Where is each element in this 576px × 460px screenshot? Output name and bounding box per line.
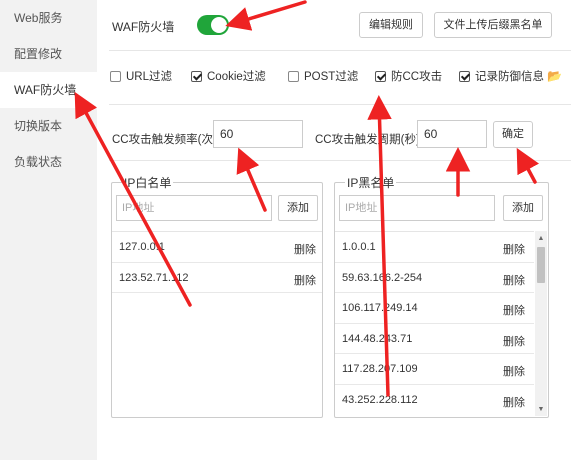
option-url-filter[interactable]: URL过滤: [110, 68, 172, 84]
whitelist-ip-input[interactable]: IP地址: [116, 195, 272, 221]
ip-blacklist-panel: IP黑名单 IP地址 添加 1.0.0.1 删除 59.63.166.2-254…: [334, 174, 549, 418]
cookie-filter-checkbox[interactable]: [191, 70, 202, 82]
option-anti-cc[interactable]: 防CC攻击: [375, 68, 442, 84]
ip-address: 123.52.71.112: [119, 271, 189, 284]
sidebar-item-waf[interactable]: WAF防火墙: [0, 72, 97, 108]
ip-address: 117.28.207.109: [342, 363, 418, 375]
post-filter-checkbox[interactable]: [288, 70, 299, 82]
folder-icon[interactable]: 📂: [547, 69, 562, 83]
waf-toggle[interactable]: [197, 15, 229, 35]
divider: [109, 104, 571, 105]
blacklist-scrollbar[interactable]: ▲ ▼: [535, 231, 547, 416]
list-item: 127.0.0.1 删除: [112, 232, 322, 263]
whitelist-add-button[interactable]: 添加: [278, 195, 318, 221]
main-panel: WAF防火墙 编辑规则 文件上传后缀黑名单 URL过滤 Cookie过滤 POS…: [97, 0, 576, 460]
delete-button[interactable]: 删除: [503, 272, 525, 288]
confirm-button[interactable]: 确定: [493, 121, 533, 148]
cc-cycle-label: CC攻击触发周期(秒): [315, 134, 420, 146]
anti-cc-checkbox[interactable]: [375, 70, 386, 82]
waf-header-row: WAF防火墙 编辑规则 文件上传后缀黑名单: [112, 10, 576, 40]
url-filter-checkbox[interactable]: [110, 70, 121, 82]
list-item: 59.63.166.2-254 删除: [335, 263, 534, 293]
list-item: 1.0.0.1 删除: [335, 232, 534, 263]
option-cookie-filter[interactable]: Cookie过滤: [191, 68, 266, 84]
waf-label: WAF防火墙: [112, 20, 175, 34]
delete-button[interactable]: 删除: [503, 363, 525, 379]
option-label: 记录防御信息: [475, 71, 544, 83]
delete-button[interactable]: 删除: [294, 272, 316, 288]
blacklist-list: 1.0.0.1 删除 59.63.166.2-254 删除 106.117.24…: [335, 231, 534, 415]
edit-rules-button[interactable]: 编辑规则: [359, 12, 423, 38]
list-item: 43.252.228.112 删除: [335, 385, 534, 416]
ip-address: 59.63.166.2-254: [342, 271, 423, 284]
option-label: POST过滤: [304, 71, 359, 83]
scroll-down-icon[interactable]: ▼: [535, 404, 547, 416]
option-post-filter[interactable]: POST过滤: [288, 68, 358, 84]
log-defense-checkbox[interactable]: [459, 70, 470, 82]
divider: [109, 160, 571, 161]
cc-frequency-label: CC攻击触发频率(次): [112, 134, 217, 146]
list-item: 144.48.243.71 删除: [335, 324, 534, 354]
ip-address: 1.0.0.1: [342, 241, 376, 253]
scroll-thumb[interactable]: [537, 247, 545, 283]
list-item: 106.117.249.14 删除: [335, 293, 534, 324]
sidebar: Web服务 配置修改 WAF防火墙 切换版本 负载状态: [0, 0, 97, 460]
whitelist-title: IP白名单: [122, 174, 174, 191]
cc-cycle-input[interactable]: 60: [417, 120, 487, 148]
list-item: 123.52.71.112 删除: [112, 263, 322, 293]
sidebar-item-load-status[interactable]: 负载状态: [0, 144, 97, 180]
toggle-knob: [211, 17, 227, 33]
delete-button[interactable]: 删除: [294, 241, 316, 257]
sidebar-item-switch-version[interactable]: 切换版本: [0, 108, 97, 144]
cc-frequency-input[interactable]: 60: [213, 120, 303, 148]
delete-button[interactable]: 删除: [503, 241, 525, 257]
ip-address: 106.117.249.14: [342, 302, 418, 314]
upload-blacklist-button[interactable]: 文件上传后缀黑名单: [434, 12, 552, 38]
blacklist-ip-input[interactable]: IP地址: [339, 195, 495, 221]
ip-whitelist-panel: IP白名单 IP地址 添加 127.0.0.1 删除 123.52.71.112…: [111, 174, 323, 418]
delete-button[interactable]: 删除: [503, 394, 525, 410]
delete-button[interactable]: 删除: [503, 302, 525, 318]
list-item: 117.28.207.109 删除: [335, 354, 534, 385]
ip-address: 43.252.228.112: [342, 393, 418, 406]
ip-address: 144.48.243.71: [342, 332, 413, 345]
option-log-defense[interactable]: 记录防御信息 📂: [459, 68, 562, 84]
scroll-up-icon[interactable]: ▲: [535, 233, 547, 245]
delete-button[interactable]: 删除: [503, 333, 525, 349]
option-label: Cookie过滤: [207, 71, 266, 83]
option-label: URL过滤: [126, 71, 173, 83]
blacklist-title: IP黑名单: [345, 174, 397, 191]
option-label: 防CC攻击: [391, 71, 443, 83]
ip-address: 127.0.0.1: [119, 241, 165, 253]
sidebar-item-config[interactable]: 配置修改: [0, 36, 97, 72]
filter-options: URL过滤 Cookie过滤 POST过滤 防CC攻击 记录防御信息 📂: [110, 68, 576, 86]
sidebar-item-web-service[interactable]: Web服务: [0, 0, 97, 36]
divider: [109, 50, 571, 51]
blacklist-add-button[interactable]: 添加: [503, 195, 543, 221]
whitelist-list: 127.0.0.1 删除 123.52.71.112 删除: [112, 231, 322, 293]
